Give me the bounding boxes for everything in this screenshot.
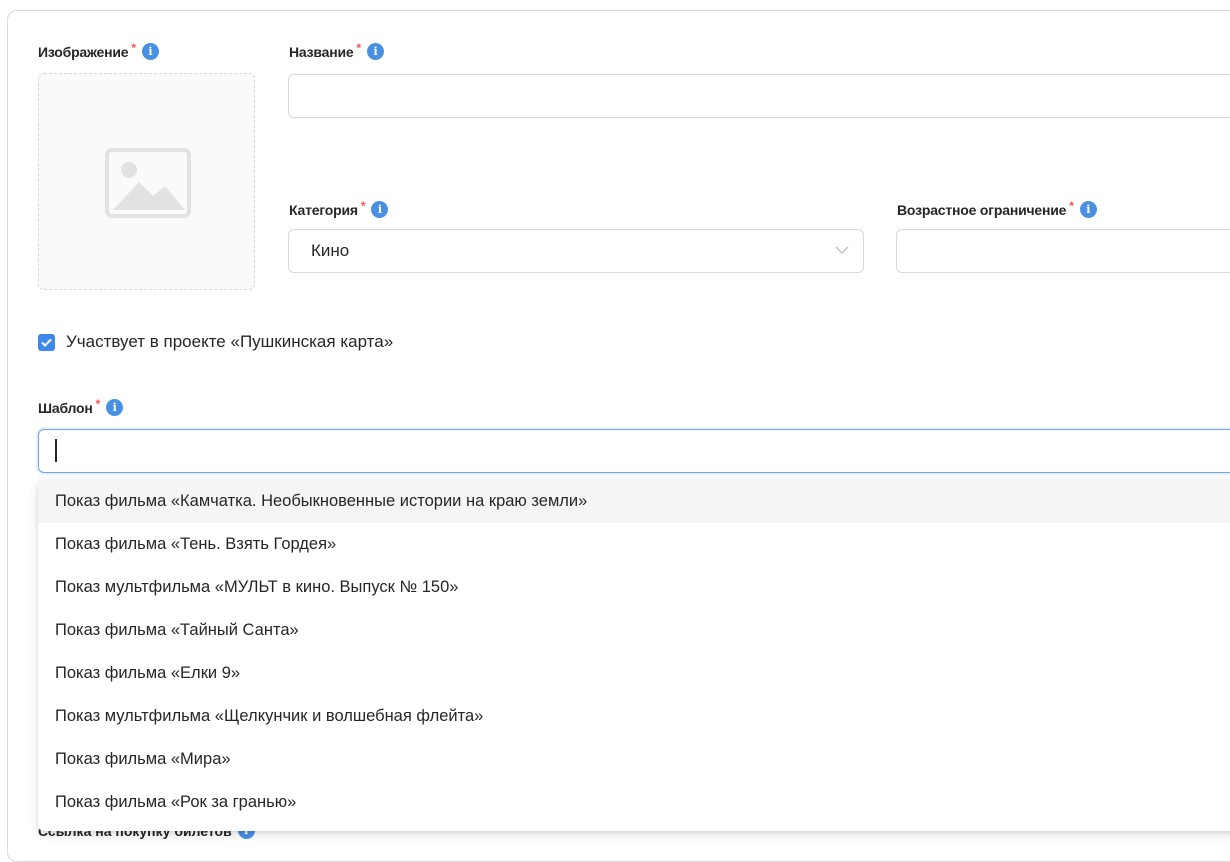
info-icon[interactable]: i	[371, 201, 389, 218]
info-icon[interactable]: i	[106, 399, 124, 416]
required-marker: *	[360, 198, 366, 213]
image-label-group: Изображение * i	[38, 40, 159, 60]
dropdown-option[interactable]: Показ фильма «Камчатка. Необыкновенные и…	[38, 480, 1230, 523]
required-marker: *	[356, 40, 361, 55]
dropdown-option[interactable]: Показ фильма «Тайный Санта»	[38, 609, 1230, 652]
image-upload[interactable]	[38, 73, 255, 290]
dropdown-option[interactable]: Показ фильма «Тень. Взять Гордея»	[38, 523, 1230, 566]
pushkin-card-label: Участвует в проекте «Пушкинская карта»	[66, 332, 394, 351]
required-marker: *	[1069, 198, 1074, 213]
template-label-group: Шаблон * i	[38, 396, 124, 416]
dropdown-option[interactable]: Показ фильма «Елки 9»	[38, 652, 1230, 695]
title-input[interactable]	[288, 74, 1230, 118]
text-cursor	[55, 439, 57, 462]
required-marker: *	[95, 396, 101, 411]
template-search-input[interactable]	[38, 429, 1230, 473]
info-icon[interactable]: i	[1079, 201, 1097, 218]
category-label: Категория	[289, 201, 358, 218]
category-select[interactable]: Кино	[288, 229, 864, 273]
required-marker: *	[131, 40, 136, 55]
dropdown-option[interactable]: Показ фильма «Мира»	[38, 738, 1230, 781]
age-limit-label-group: Возрастное ограничение * i	[897, 198, 1097, 218]
category-select-value: Кино	[311, 241, 350, 260]
title-label-group: Название * i	[289, 40, 384, 60]
age-limit-select[interactable]	[896, 229, 1230, 273]
chevron-down-icon	[835, 246, 849, 254]
pushkin-card-checkbox[interactable]	[38, 333, 55, 351]
info-icon[interactable]: i	[366, 43, 384, 60]
image-placeholder-icon	[105, 148, 191, 218]
template-dropdown: Показ фильма «Камчатка. Необыкновенные и…	[38, 480, 1230, 831]
dropdown-option[interactable]: Показ мультфильма «МУЛЬТ в кино. Выпуск …	[38, 566, 1230, 609]
dropdown-option[interactable]: Показ фильма «Рок за гранью»	[38, 781, 1230, 824]
age-limit-label: Возрастное ограничение	[897, 201, 1067, 218]
dropdown-option[interactable]: Показ мультфильма «Щелкунчик и волшебная…	[38, 695, 1230, 738]
title-label: Название	[289, 43, 354, 60]
template-label: Шаблон	[38, 399, 93, 416]
image-label: Изображение	[38, 43, 129, 60]
info-icon[interactable]: i	[141, 43, 159, 60]
pushkin-card-checkbox-row[interactable]: Участвует в проекте «Пушкинская карта»	[38, 332, 393, 352]
checkmark-icon	[41, 338, 52, 347]
category-label-group: Категория * i	[289, 198, 389, 218]
